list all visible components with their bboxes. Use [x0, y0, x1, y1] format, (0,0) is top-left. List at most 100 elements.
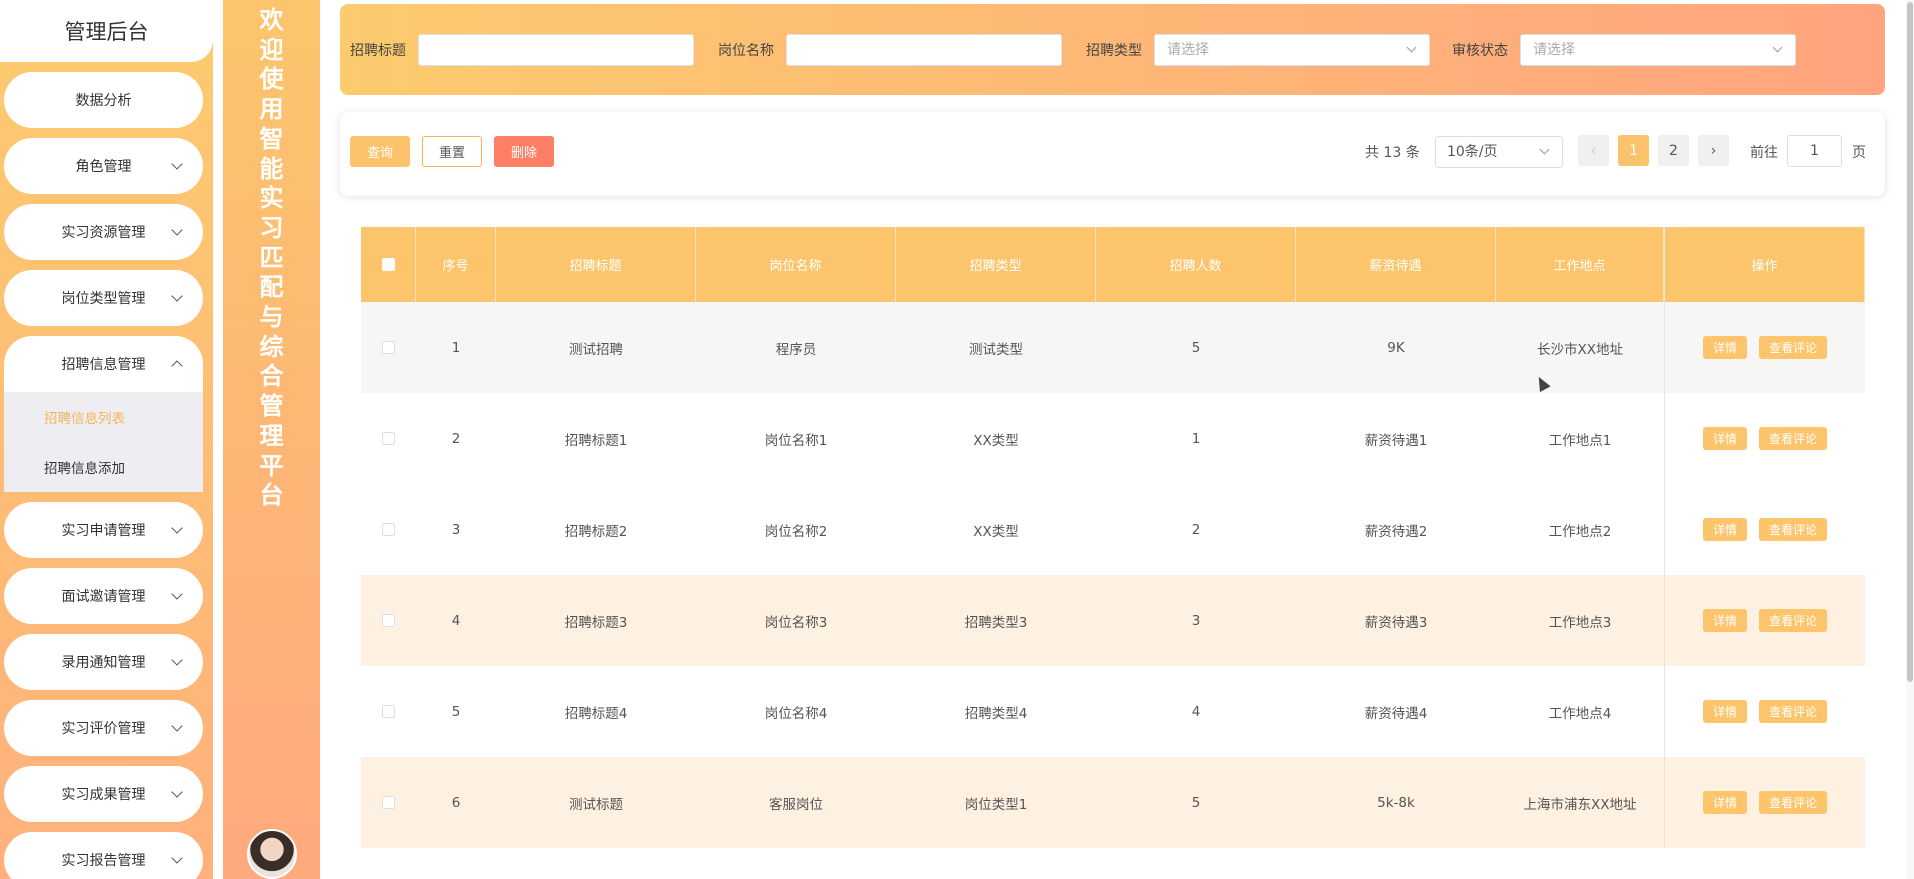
- search-button[interactable]: 查询: [350, 136, 410, 167]
- cell-location: 工作地点1: [1496, 393, 1664, 484]
- sidebar-item[interactable]: 实习申请管理: [4, 502, 203, 558]
- sidebar-submenu: 招聘信息列表 招聘信息添加: [4, 392, 203, 492]
- table-body: 1 测试招聘 程序员 测试类型 5 9K 长沙市XX地址 详情 查看评论 2 招聘标题1 岗位名称1 X…: [361, 302, 1865, 848]
- filter-type-select[interactable]: 请选择: [1154, 33, 1430, 66]
- row-checkbox[interactable]: [382, 705, 395, 718]
- cell-type: XX类型: [896, 484, 1096, 575]
- prev-page-button[interactable]: ‹: [1578, 135, 1609, 166]
- detail-button[interactable]: 详情: [1702, 609, 1747, 632]
- cell-location: 长沙市XX地址: [1496, 302, 1664, 393]
- filter-position-label: 岗位名称: [718, 42, 774, 59]
- header-select-all[interactable]: [361, 227, 416, 302]
- detail-button[interactable]: 详情: [1702, 700, 1747, 723]
- pagination-total: 共 13 条: [1365, 145, 1420, 161]
- page-size-select[interactable]: 10条/页: [1435, 136, 1563, 168]
- recruitment-table: 序号 招聘标题 岗位名称 招聘类型 招聘人数 薪资待遇 工作地点 操作 1 测试招…: [361, 227, 1865, 848]
- chevron-down-icon: [171, 786, 183, 798]
- sidebar-item[interactable]: 面试邀请管理: [4, 568, 203, 624]
- sidebar-item-label: 实习资源管理: [61, 225, 146, 241]
- filter-position-input[interactable]: [786, 33, 1062, 66]
- sidebar-item[interactable]: 实习评价管理: [4, 700, 203, 756]
- filter-status-select[interactable]: 请选择: [1520, 33, 1796, 66]
- goto-page-input[interactable]: 1: [1787, 135, 1842, 167]
- sidebar-item-label: 实习报告管理: [61, 853, 146, 869]
- view-review-button[interactable]: 查看评论: [1759, 700, 1828, 723]
- reset-button[interactable]: 重置: [422, 136, 482, 167]
- submenu-item[interactable]: 招聘信息添加: [4, 442, 203, 492]
- header-position: 岗位名称: [696, 227, 896, 302]
- sidebar-item[interactable]: 实习资源管理: [4, 204, 203, 260]
- user-avatar[interactable]: [247, 829, 297, 879]
- sidebar-item[interactable]: 岗位类型管理: [4, 270, 203, 326]
- row-select-cell: [361, 302, 416, 393]
- sidebar-item-label: 岗位类型管理: [61, 291, 146, 307]
- view-review-button[interactable]: 查看评论: [1759, 336, 1828, 359]
- detail-button[interactable]: 详情: [1702, 791, 1747, 814]
- view-review-button[interactable]: 查看评论: [1759, 791, 1828, 814]
- search-filter-bar: 招聘标题 岗位名称 招聘类型 请选择 审核状态 请选择: [340, 4, 1885, 95]
- sidebar-item[interactable]: 角色管理: [4, 138, 203, 194]
- chevron-down-icon: [1406, 42, 1417, 52]
- cell-location: 上海市浦东XX地址: [1496, 757, 1664, 848]
- cell-position: 程序员: [696, 302, 896, 393]
- detail-button[interactable]: 详情: [1702, 336, 1747, 359]
- sidebar-menu: 数据分析角色管理实习资源管理 岗位类型管理招聘信息管理 招聘信息列表 招聘信息添加实习…: [0, 72, 213, 879]
- submenu-item[interactable]: 招聘信息列表: [4, 392, 203, 442]
- sidebar-item[interactable]: 实习报告管理: [4, 832, 203, 879]
- delete-button[interactable]: 删除: [494, 136, 554, 167]
- row-checkbox[interactable]: [382, 796, 395, 809]
- view-review-button[interactable]: 查看评论: [1759, 518, 1828, 541]
- detail-button[interactable]: 详情: [1702, 427, 1747, 450]
- filter-title-input[interactable]: [418, 33, 694, 66]
- header-no: 序号: [416, 227, 496, 302]
- banner-char: 台: [259, 481, 284, 510]
- sidebar-item[interactable]: 录用通知管理: [4, 634, 203, 690]
- row-checkbox[interactable]: [382, 523, 395, 536]
- cell-position: 岗位名称3: [696, 575, 896, 666]
- action-toolbar: 查询 重置 删除 共 13 条 10条/页 ‹ 1 2 › 前往 1 页: [340, 112, 1885, 196]
- row-actions: 详情 查看评论: [1664, 666, 1865, 757]
- header-title: 招聘标题: [496, 227, 696, 302]
- next-page-button[interactable]: ›: [1698, 135, 1729, 166]
- row-checkbox[interactable]: [382, 614, 395, 627]
- cell-salary: 薪资待遇4: [1296, 666, 1496, 757]
- view-review-button[interactable]: 查看评论: [1759, 427, 1828, 450]
- page-button-1[interactable]: 1: [1618, 135, 1649, 166]
- cell-title: 招聘标题1: [496, 393, 696, 484]
- cell-position: 岗位名称1: [696, 393, 896, 484]
- sidebar-item[interactable]: 招聘信息管理: [4, 336, 203, 392]
- header-count: 招聘人数: [1096, 227, 1296, 302]
- detail-button[interactable]: 详情: [1702, 518, 1747, 541]
- sidebar-item[interactable]: 数据分析: [4, 72, 203, 128]
- cell-no: 5: [416, 666, 496, 757]
- sidebar-item-label: 实习成果管理: [61, 787, 146, 803]
- cell-title: 测试招聘: [496, 302, 696, 393]
- goto-label: 前往: [1750, 145, 1778, 161]
- table-row: 2 招聘标题1 岗位名称1 XX类型 1 薪资待遇1 工作地点1 详情 查看评论: [361, 393, 1865, 484]
- banner-char: 用: [259, 95, 284, 124]
- sidebar-item-label: 数据分析: [75, 93, 132, 109]
- cell-count: 4: [1096, 666, 1296, 757]
- table-row: 4 招聘标题3 岗位名称3 招聘类型3 3 薪资待遇3 工作地点3 详情 查看评论: [361, 575, 1865, 666]
- chevron-down-icon: [1772, 42, 1783, 52]
- select-all-checkbox[interactable]: [381, 258, 395, 271]
- chevron-right-icon: ›: [1710, 142, 1717, 159]
- cell-count: 2: [1096, 484, 1296, 575]
- cell-no: 1: [416, 302, 496, 393]
- view-review-button[interactable]: 查看评论: [1759, 609, 1828, 632]
- page-scrollbar-thumb[interactable]: [1907, 2, 1913, 682]
- row-checkbox[interactable]: [382, 341, 395, 354]
- filter-title-label: 招聘标题: [350, 42, 406, 59]
- sidebar: 管理后台 数据分析 角色管理 实习资源管理 岗位类型管理 招聘信息管理 招聘信息列表 招聘信…: [0, 0, 213, 879]
- banner-char: 智: [259, 124, 284, 153]
- banner-char: 实: [259, 184, 284, 213]
- row-actions: 详情 查看评论: [1664, 393, 1865, 484]
- sidebar-item[interactable]: 实习成果管理: [4, 766, 203, 822]
- cell-type: 测试类型: [896, 302, 1096, 393]
- chevron-down-icon: [171, 290, 183, 302]
- chevron-left-icon: ‹: [1590, 142, 1597, 159]
- cell-no: 2: [416, 393, 496, 484]
- cell-type: 招聘类型3: [896, 575, 1096, 666]
- row-checkbox[interactable]: [382, 432, 395, 445]
- page-button-2[interactable]: 2: [1658, 135, 1689, 166]
